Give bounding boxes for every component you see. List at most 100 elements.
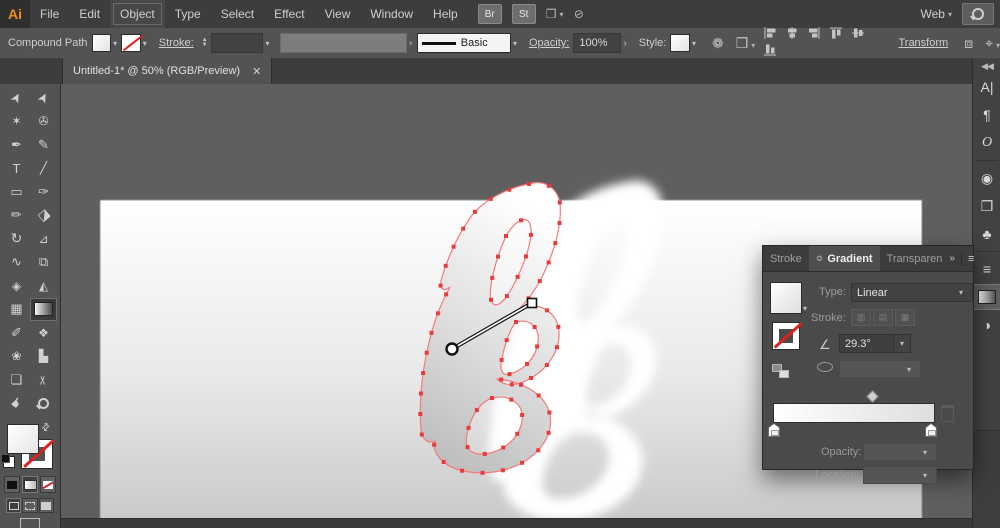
document-tab[interactable]: Untitled-1* @ 50% (RGB/Preview) ✕ — [62, 58, 273, 84]
tab-gradient[interactable]: ≎ Gradient — [808, 246, 880, 271]
chevron-down-icon[interactable]: ▾ — [113, 39, 117, 48]
anchor-point[interactable] — [435, 311, 440, 316]
transparency-panel[interactable]: ◑ — [973, 312, 1000, 338]
color-button[interactable] — [4, 476, 20, 493]
gradient-midpoint[interactable] — [866, 390, 879, 403]
column-graph-tool[interactable]: ▙ — [30, 345, 57, 369]
align-right-icon[interactable] — [807, 26, 821, 40]
anchor-point[interactable] — [500, 468, 505, 473]
direct-selection-tool[interactable]: ➤ — [30, 86, 57, 110]
anchor-point[interactable] — [418, 391, 423, 396]
eraser-tool[interactable]: ◪ — [30, 204, 57, 228]
anchor-point[interactable] — [514, 320, 518, 324]
anchor-point[interactable] — [536, 448, 541, 453]
slice-tool[interactable]: ✂ — [30, 368, 57, 392]
anchor-point[interactable] — [504, 294, 509, 299]
anchor-point[interactable] — [525, 362, 529, 366]
gradient-stop-left[interactable] — [768, 423, 780, 437]
pencil-tool[interactable]: ✏ — [3, 204, 30, 228]
anchor-point[interactable] — [553, 241, 558, 246]
anchor-point[interactable] — [529, 376, 534, 380]
gradient-stroke-proxy[interactable] — [772, 322, 800, 350]
anchor-point[interactable] — [544, 363, 549, 367]
fill-swatch[interactable] — [91, 34, 112, 52]
menu-item-edit[interactable]: Edit — [69, 0, 110, 28]
anchor-point[interactable] — [443, 263, 448, 268]
anchor-point[interactable] — [507, 187, 512, 192]
tab-transparency[interactable]: Transparen — [880, 246, 950, 271]
anchor-point[interactable] — [528, 232, 533, 237]
gradient-swatch[interactable] — [770, 282, 802, 314]
anchor-point[interactable] — [496, 254, 500, 259]
brush-definition[interactable]: Basic — [416, 33, 511, 53]
gradient-tool[interactable] — [30, 297, 57, 321]
anchor-point[interactable] — [507, 372, 512, 377]
stroke-weight-field[interactable] — [210, 33, 264, 53]
bridge-button[interactable]: Br — [477, 4, 502, 24]
perspective-grid-tool[interactable]: ◭ — [30, 274, 57, 298]
menu-item-window[interactable]: Window — [360, 0, 423, 28]
menu-item-help[interactable]: Help — [423, 0, 468, 28]
opentype-panel[interactable]: O — [973, 130, 1000, 156]
anchor-point[interactable] — [441, 460, 446, 464]
chevron-down-icon[interactable]: ▾ — [803, 304, 807, 313]
anchor-point[interactable] — [519, 218, 523, 223]
expand-panel-icon[interactable]: » — [949, 253, 955, 264]
anchor-point[interactable] — [429, 330, 434, 335]
tab-stroke[interactable]: Stroke — [763, 246, 809, 271]
anchor-point[interactable] — [532, 325, 537, 329]
stroke-weight-stepper[interactable]: ▲ ▼ — [202, 37, 208, 48]
anchor-point[interactable] — [556, 324, 561, 329]
chevron-down-icon[interactable]: ▾ — [692, 39, 696, 48]
selection-tool[interactable]: ➤ — [3, 86, 30, 110]
paragraph-panel[interactable]: ¶ — [973, 102, 1000, 128]
workspace-switcher[interactable]: Web ▾ — [921, 7, 962, 21]
gradient-button[interactable] — [22, 476, 38, 493]
align-bottom-icon[interactable] — [763, 43, 777, 57]
anchor-point[interactable] — [537, 279, 542, 284]
hand-tool[interactable]: ☛ — [3, 392, 30, 416]
artboard-tool[interactable]: ❏ — [3, 368, 30, 392]
align-vmiddle-icon[interactable] — [851, 26, 865, 40]
anchor-point[interactable] — [515, 274, 520, 279]
anchor-point[interactable] — [488, 196, 493, 201]
anchor-point[interactable] — [515, 431, 520, 436]
menu-item-file[interactable]: File — [30, 0, 69, 28]
none-button[interactable] — [40, 476, 56, 493]
anchor-point[interactable] — [444, 292, 449, 297]
anchor-point[interactable] — [545, 308, 550, 313]
cs-live-icon[interactable]: ⊘ — [571, 6, 585, 23]
type-dropdown[interactable]: Linear ▾ — [851, 283, 973, 302]
anchor-point[interactable] — [489, 297, 493, 302]
anchor-point[interactable] — [480, 470, 485, 475]
anchor-point[interactable] — [424, 350, 429, 355]
anchor-point[interactable] — [504, 338, 509, 343]
fill-color-swatch[interactable] — [7, 424, 39, 454]
anchor-point[interactable] — [490, 275, 495, 280]
anchor-point[interactable] — [546, 183, 551, 188]
character-panel[interactable]: A| — [973, 74, 1000, 100]
type-tool[interactable]: T — [3, 157, 30, 181]
search-button[interactable] — [962, 3, 994, 25]
align-hcenter-icon[interactable] — [785, 26, 799, 40]
anchor-point[interactable] — [509, 382, 514, 387]
align-top-icon[interactable] — [829, 26, 843, 40]
expand-panels-icon[interactable]: ◀◀ — [973, 58, 1000, 74]
swap-fill-stroke-icon[interactable]: ⇄ — [39, 421, 53, 435]
bounding-box-icon[interactable]: ⧈ — [964, 35, 973, 52]
anchor-point[interactable] — [451, 244, 456, 249]
anchor-point[interactable] — [501, 445, 506, 450]
menu-item-effect[interactable]: Effect — [264, 0, 314, 28]
anchor-point[interactable] — [557, 221, 562, 225]
draw-normal-button[interactable] — [6, 498, 22, 513]
lasso-tool[interactable]: ✇ — [30, 110, 57, 134]
gradient-slider[interactable] — [773, 403, 935, 423]
gradient-start-handle[interactable] — [445, 342, 459, 356]
mesh-tool[interactable]: ▦ — [3, 298, 30, 322]
blend-tool[interactable]: ❖ — [30, 321, 57, 345]
draw-inside-button[interactable] — [38, 498, 54, 513]
shape-builder-tool[interactable]: ◈ — [3, 274, 30, 298]
style-swatch[interactable] — [670, 34, 690, 52]
anchor-point[interactable] — [432, 442, 437, 447]
symbol-sprayer-tool[interactable]: ❀ — [3, 345, 30, 369]
